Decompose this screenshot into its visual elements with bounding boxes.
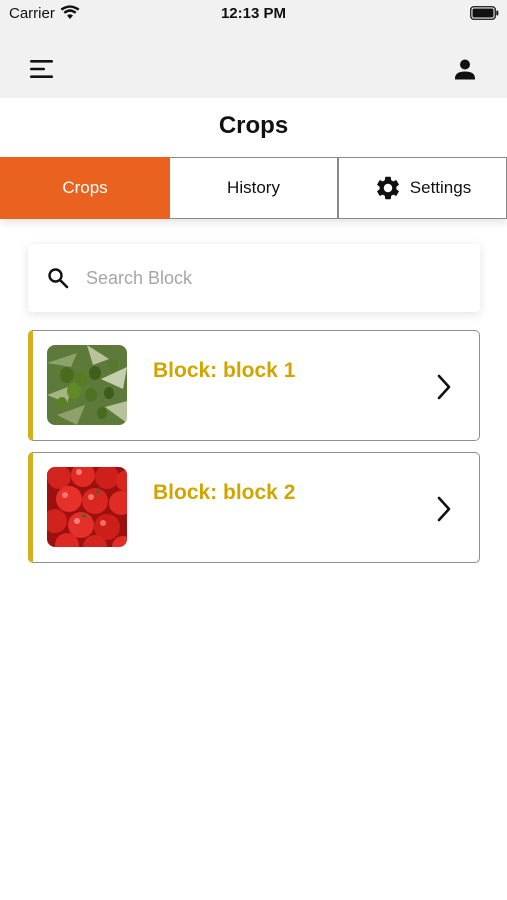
tab-history[interactable]: History [170, 157, 338, 219]
block-card[interactable]: Block: block 1 [28, 330, 480, 441]
tab-settings-label: Settings [409, 178, 472, 197]
gear-icon [376, 176, 399, 200]
status-bar: Carrier 12:13 PM [0, 0, 507, 28]
search-box[interactable] [28, 244, 480, 312]
block-title: Block: block 2 [153, 481, 296, 504]
search-input[interactable] [86, 258, 480, 298]
tomatoes-photo [47, 467, 127, 547]
clock: 12:13 PM [220, 5, 287, 22]
tab-history-label: History [227, 178, 280, 197]
tab-crops-label: Crops [62, 178, 108, 197]
user-icon[interactable] [453, 57, 477, 81]
battery-icon [470, 6, 499, 20]
chevron-right-icon [437, 496, 451, 522]
tab-crops[interactable]: Crops [0, 157, 170, 219]
block-title: Block: block 1 [153, 359, 296, 382]
page-title: Crops [218, 112, 289, 139]
chevron-right-icon [437, 374, 451, 400]
hamburger-menu-icon[interactable] [28, 57, 56, 81]
block-card[interactable]: Block: block 2 [28, 452, 480, 563]
tab-bar: Crops History Settings [0, 157, 507, 219]
tab-settings[interactable]: Settings [338, 157, 507, 219]
top-bar: Carrier 12:13 PM [0, 0, 507, 98]
olives-photo [47, 345, 127, 425]
screen: Carrier 12:13 PM Crops Crops History Set… [0, 0, 507, 900]
search-icon [48, 268, 69, 289]
